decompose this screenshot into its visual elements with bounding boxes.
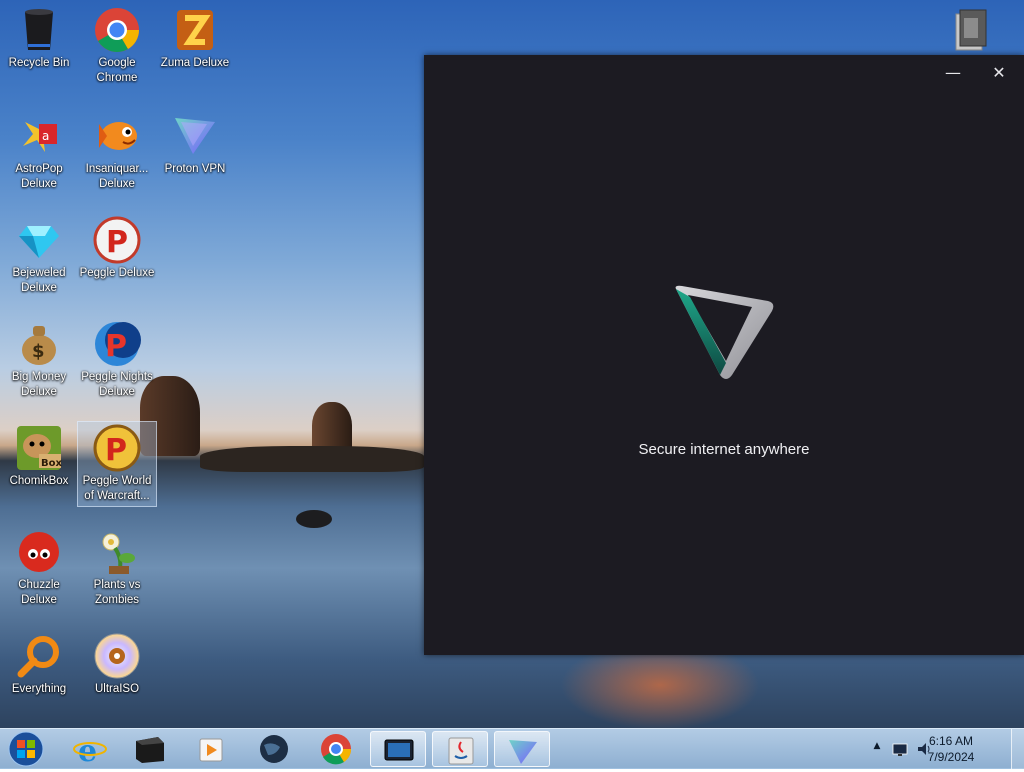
svg-text:P: P xyxy=(106,225,128,260)
desktop-icon-label: Peggle Nights Deluxe xyxy=(81,371,153,398)
taskbar-chrome[interactable] xyxy=(308,731,364,767)
chrome-icon xyxy=(321,734,352,765)
media-player-icon xyxy=(199,738,223,762)
desktop-icon-label: Insaniquar... Deluxe xyxy=(85,163,149,190)
java-icon xyxy=(448,737,474,765)
desktop-icon-ultraiso[interactable]: UltraISO xyxy=(78,632,156,697)
chuzzle-icon xyxy=(15,528,63,576)
desktop-icon-label: Peggle Deluxe xyxy=(79,267,155,279)
svg-text:P: P xyxy=(105,433,127,468)
desktop-icon-label: AstroPop Deluxe xyxy=(15,163,63,190)
window-titlebar[interactable]: — ✕ xyxy=(424,55,1024,91)
astropop-icon: a xyxy=(15,112,63,160)
taskbar-recycle-bin[interactable] xyxy=(122,731,178,767)
bejeweled-icon xyxy=(15,216,63,264)
desktop-icon-astropop-deluxe[interactable]: a AstroPop Deluxe xyxy=(0,112,78,192)
black-box-icon xyxy=(136,737,164,763)
taskbar-media-player[interactable] xyxy=(184,731,240,767)
taskbar-protonvpn[interactable] xyxy=(494,731,550,767)
taskbar-internet-explorer[interactable]: e xyxy=(62,731,118,769)
show-desktop-button[interactable] xyxy=(1011,729,1024,769)
clock-time: 6:16 AM xyxy=(928,734,974,748)
desktop-icon-label: Chuzzle Deluxe xyxy=(18,579,60,606)
desktop-icon-label: Peggle World of Warcraft... xyxy=(82,475,152,502)
svg-text:Box: Box xyxy=(41,458,62,469)
ultraiso-icon xyxy=(93,632,141,680)
recycle-bin-icon xyxy=(15,6,63,54)
desktop-icon-label: ChomikBox xyxy=(9,475,69,487)
zuma-icon xyxy=(171,6,219,54)
close-icon: ✕ xyxy=(992,63,1006,82)
desktop-icon-plants-vs-zombies[interactable]: Plants vs Zombies xyxy=(78,528,156,608)
chevron-up-icon: ▲ xyxy=(873,741,881,751)
tray-expand-button[interactable]: ▲ xyxy=(870,741,884,757)
desktop-icon-zuma-deluxe[interactable]: Zuma Deluxe xyxy=(156,6,234,71)
svg-text:$: $ xyxy=(32,341,45,362)
plants-vs-zombies-icon xyxy=(93,528,141,576)
desktop-icon-peggle-deluxe[interactable]: P Peggle Deluxe xyxy=(78,216,156,281)
big-money-icon: $ xyxy=(15,320,63,368)
minimize-button[interactable]: — xyxy=(930,55,976,91)
desktop-icon-label: Google Chrome xyxy=(96,57,138,84)
svg-text:a: a xyxy=(42,129,49,143)
desktop-icon-peggle-nights-deluxe[interactable]: P Peggle Nights Deluxe xyxy=(78,320,156,400)
minimize-icon: — xyxy=(945,63,961,82)
desktop-icon-bejeweled-deluxe[interactable]: Bejeweled Deluxe xyxy=(0,216,78,296)
everything-search-icon xyxy=(15,632,63,680)
taskbar: e ▲ 6:16 AM 7/9/2024 xyxy=(0,728,1024,769)
desktop-icon-recycle-bin[interactable]: Recycle Bin xyxy=(0,6,78,71)
wallpaper-rock xyxy=(296,510,332,528)
wallpaper-shore xyxy=(200,446,424,472)
desktop-icon-label: Big Money Deluxe xyxy=(11,371,67,398)
folder-icon[interactable] xyxy=(954,8,988,52)
close-button[interactable]: ✕ xyxy=(976,55,1022,91)
chomikbox-icon: Box xyxy=(15,424,63,472)
start-button[interactable] xyxy=(6,730,46,768)
desktop-icon-label: Bejeweled Deluxe xyxy=(12,267,66,294)
tagline-text: Secure internet anywhere xyxy=(638,441,810,458)
desktop-icon-big-money-deluxe[interactable]: $ Big Money Deluxe xyxy=(0,320,78,400)
desktop-icon-chomikbox[interactable]: Box ChomikBox xyxy=(0,424,78,489)
taskbar-java[interactable] xyxy=(432,731,488,767)
peggle-nights-icon: P xyxy=(93,320,141,368)
protonvpn-window: — ✕ Secure internet anywhere xyxy=(424,55,1024,655)
internet-explorer-icon: e xyxy=(73,734,107,769)
desktop-icon-label: Recycle Bin xyxy=(8,57,70,69)
protonvpn-logo-icon xyxy=(670,283,780,383)
clock-date: 7/9/2024 xyxy=(927,750,975,764)
system-clock[interactable]: 6:16 AM 7/9/2024 xyxy=(916,733,986,765)
desktop-icon-insaniquarium[interactable]: Insaniquar... Deluxe xyxy=(78,112,156,192)
protonvpn-icon xyxy=(171,112,219,160)
desktop-icon-peggle-world-of-warcraft[interactable]: P Peggle World of Warcraft... xyxy=(77,421,157,507)
desktop-icon-chuzzle-deluxe[interactable]: Chuzzle Deluxe xyxy=(0,528,78,608)
network-tray-icon[interactable] xyxy=(892,742,908,756)
svg-text:P: P xyxy=(105,329,127,364)
taskbar-globe-app[interactable] xyxy=(246,731,302,767)
desktop-icon-google-chrome[interactable]: Google Chrome xyxy=(78,6,156,86)
desktop-icon-label: Everything xyxy=(11,683,67,695)
insaniquarium-icon xyxy=(93,112,141,160)
globe-icon xyxy=(260,735,288,763)
monitor-icon xyxy=(384,739,414,761)
desktop-icon-label: Zuma Deluxe xyxy=(160,57,230,69)
protonvpn-icon xyxy=(509,740,537,764)
taskbar-remote-desktop[interactable] xyxy=(370,731,426,767)
svg-text:e: e xyxy=(78,734,97,767)
peggle-icon: P xyxy=(93,216,141,264)
desktop-icon-label: Proton VPN xyxy=(164,163,226,175)
desktop-icon-label: Plants vs Zombies xyxy=(93,579,141,606)
desktop-icon-everything[interactable]: Everything xyxy=(0,632,78,697)
chrome-icon xyxy=(93,6,141,54)
desktop-icon-label: UltraISO xyxy=(94,683,140,695)
desktop-icon-proton-vpn[interactable]: Proton VPN xyxy=(156,112,234,177)
peggle-wow-icon: P xyxy=(93,424,141,472)
